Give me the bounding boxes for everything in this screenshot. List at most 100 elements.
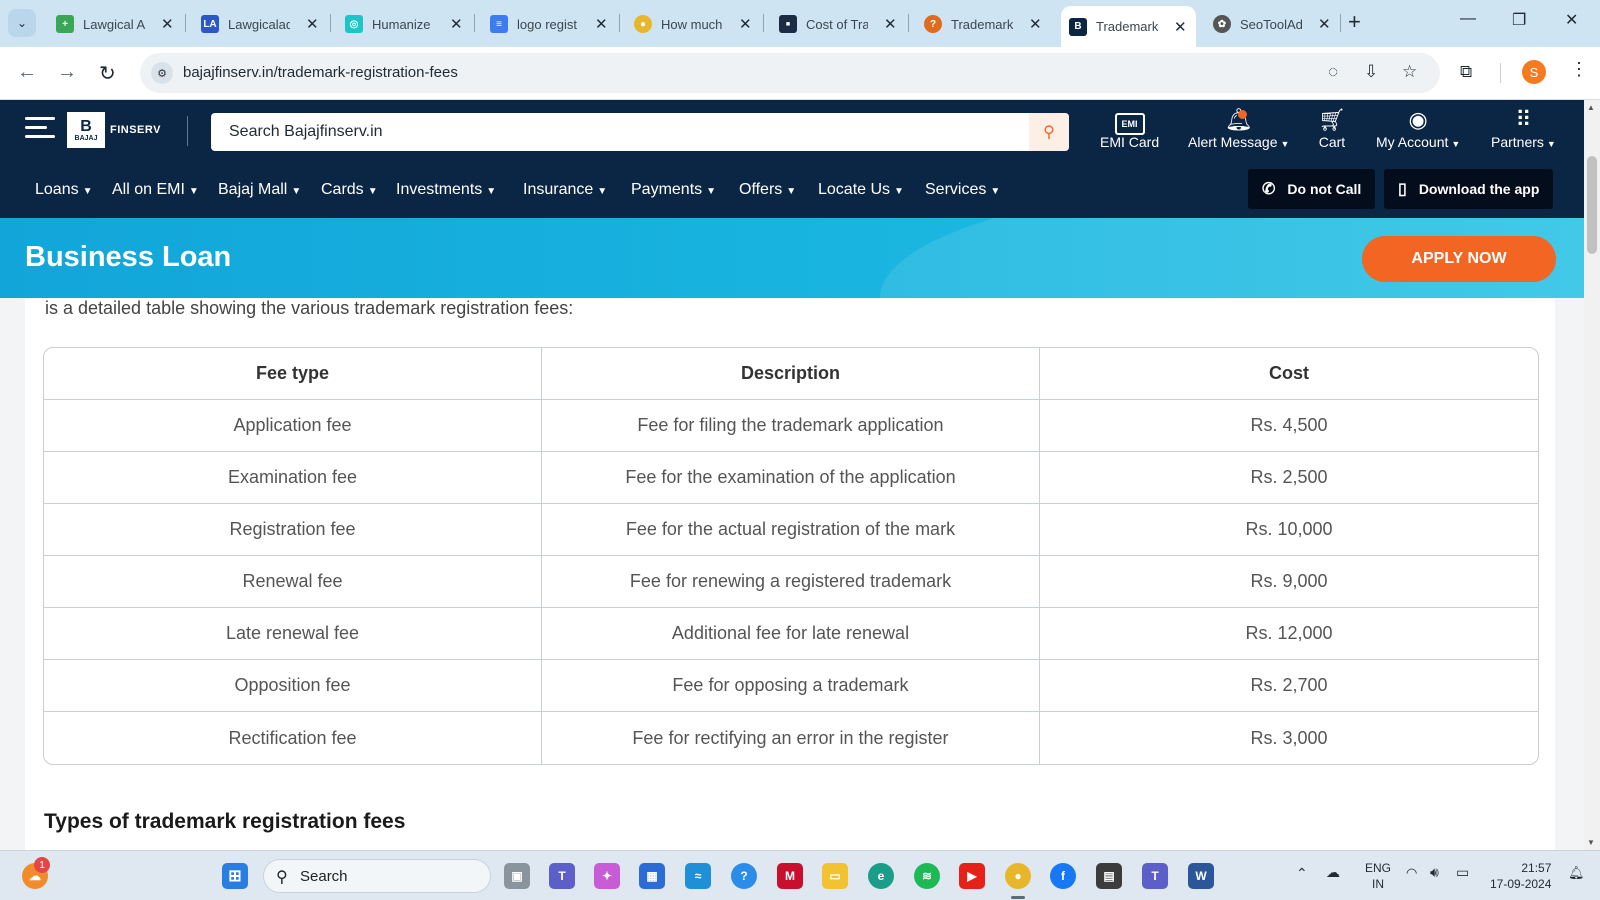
tab-separator [185, 14, 186, 32]
edge-icon[interactable]: e [868, 863, 894, 889]
app-window-icon[interactable]: ▤ [1096, 863, 1122, 889]
wifi-icon[interactable]: ◠ [1406, 865, 1417, 881]
chevron-down-icon: ▼ [786, 186, 797, 197]
nav-loans[interactable]: Loans ▼ [35, 181, 93, 199]
tracking-protection-icon[interactable]: ◌ [1328, 62, 1338, 82]
nav-insurance[interactable]: Insurance ▼ [523, 181, 607, 199]
page-scrollbar[interactable]: ▲ ▼ [1584, 100, 1600, 850]
browser-tab-active[interactable]: B Trademark ✕ [1061, 6, 1196, 47]
close-icon[interactable]: ✕ [1318, 15, 1331, 33]
app-icon[interactable]: ≈ [685, 863, 711, 889]
nav-investments[interactable]: Investments ▼ [396, 181, 496, 199]
reload-icon[interactable]: ↻ [99, 61, 116, 86]
more-menu-icon[interactable]: ⋮ [1570, 59, 1588, 80]
window-close-icon[interactable]: ✕ [1565, 10, 1578, 30]
scroll-up-arrow-icon[interactable]: ▲ [1587, 103, 1595, 112]
scroll-down-arrow-icon[interactable]: ▼ [1587, 838, 1595, 847]
nav-payments[interactable]: Payments ▼ [631, 181, 716, 199]
file-explorer-icon[interactable]: ▭ [822, 863, 848, 889]
profile-avatar[interactable]: S [1522, 60, 1546, 84]
facebook-icon[interactable]: f [1050, 863, 1076, 889]
close-icon[interactable]: ✕ [306, 15, 319, 33]
minimize-icon[interactable]: — [1460, 10, 1476, 28]
close-icon[interactable]: ✕ [739, 15, 752, 33]
table-row: Registration fee Fee for the actual regi… [44, 504, 1538, 556]
browser-tab-4[interactable]: ≡ logo regist ✕ [482, 8, 608, 40]
fee-type-cell: Opposition fee [44, 660, 542, 712]
close-icon[interactable]: ✕ [884, 15, 897, 33]
browser-tab-2[interactable]: LA Lawgicalad ✕ [193, 8, 319, 40]
browser-tab-9[interactable]: ✿ SeoToolAd ✕ [1205, 8, 1331, 40]
install-app-icon[interactable]: ⇩ [1364, 62, 1378, 82]
nav-all-on-emi[interactable]: All on EMI ▼ [112, 181, 199, 199]
nav-services[interactable]: Services ▼ [925, 181, 1000, 199]
browser-tab-1[interactable]: + Lawgical A ✕ [48, 8, 174, 40]
scroll-thumb[interactable] [1587, 156, 1597, 254]
bajaj-finserv-logo[interactable]: B BAJAJ FINSERV [67, 112, 161, 148]
chrome-icon: ● [634, 15, 652, 33]
youtube-icon[interactable]: ▶ [959, 863, 985, 889]
copilot-icon[interactable]: ✦ [594, 863, 620, 889]
taskbar-search-label: Search [300, 868, 348, 885]
close-icon[interactable]: ✕ [1029, 15, 1042, 33]
alert-message-link[interactable]: 🔔︎ Alert Message ▼ [1188, 106, 1289, 150]
nav-label: Loans [35, 181, 79, 198]
restore-icon[interactable]: ❐ [1512, 10, 1526, 30]
extensions-icon[interactable]: ⧉ [1460, 62, 1472, 82]
taskbar-search[interactable]: ⚲ Search [263, 859, 491, 893]
help-icon[interactable]: ? [731, 863, 757, 889]
new-tab-icon[interactable]: + [1348, 9, 1361, 35]
site-search-input[interactable]: Search Bajajfinserv.in ⚲ [211, 113, 1069, 151]
windows-start-icon[interactable]: ⊞ [222, 863, 248, 889]
mcafee-icon[interactable]: M [777, 863, 803, 889]
task-view-icon[interactable]: ▣ [504, 863, 530, 889]
browser-tab-3[interactable]: ◎ Humanize ✕ [337, 8, 463, 40]
forward-arrow-icon[interactable]: → [57, 61, 77, 84]
hamburger-menu-icon[interactable] [25, 117, 55, 144]
volume-icon[interactable]: 🔊︎ [1430, 864, 1439, 880]
do-not-call-button[interactable]: ✆ Do not Call [1248, 169, 1376, 209]
close-icon[interactable]: ✕ [595, 15, 608, 33]
close-icon[interactable]: ✕ [161, 15, 174, 33]
nav-bajaj-mall[interactable]: Bajaj Mall ▼ [218, 181, 301, 199]
url-field[interactable]: ⚙ bajajfinserv.in/trademark-registration… [140, 53, 1440, 93]
cart-link[interactable]: 🛒︎ Cart [1318, 106, 1346, 150]
battery-icon[interactable]: ▭ [1456, 864, 1469, 880]
onedrive-icon[interactable]: ☁ [1326, 864, 1340, 880]
teams-work-icon[interactable]: T [1142, 863, 1168, 889]
close-icon[interactable]: ✕ [450, 15, 463, 33]
emi-card-label: EMI Card [1100, 134, 1160, 150]
user-icon: ◉ [1408, 107, 1428, 132]
browser-tab-6[interactable]: ■ Cost of Tra ✕ [771, 8, 897, 40]
nav-locate-us[interactable]: Locate Us ▼ [818, 181, 904, 199]
lang-line2: IN [1372, 877, 1384, 891]
nav-cards[interactable]: Cards ▼ [321, 181, 378, 199]
notification-bell-icon[interactable]: 🔔︎ [1568, 865, 1585, 881]
column-header: Description [542, 348, 1040, 400]
spotify-icon[interactable]: ≋ [914, 863, 940, 889]
emi-card-link[interactable]: EMI EMI Card [1100, 106, 1159, 150]
download-app-button[interactable]: ▯ Download the app [1384, 169, 1554, 209]
chevron-up-icon[interactable]: ⌃ [1296, 865, 1308, 881]
teams-icon[interactable]: T [549, 863, 575, 889]
clock-date: 17-09-2024 [1490, 877, 1552, 891]
back-arrow-icon[interactable]: ← [17, 61, 37, 84]
close-icon[interactable]: ✕ [1174, 18, 1187, 36]
my-account-link[interactable]: ◉ My Account ▼ [1376, 106, 1460, 150]
store-icon[interactable]: ▦ [639, 863, 665, 889]
search-icon[interactable]: ⚲ [1029, 113, 1069, 151]
apply-now-button[interactable]: APPLY NOW [1362, 236, 1556, 282]
language-indicator[interactable]: ENG IN [1365, 860, 1391, 892]
browser-tab-5[interactable]: ● How much ✕ [626, 8, 752, 40]
tab-search-button[interactable]: ⌄ [8, 9, 36, 37]
word-icon[interactable]: W [1188, 863, 1214, 889]
description-cell: Additional fee for late renewal [542, 608, 1040, 660]
site-info-icon[interactable]: ⚙ [151, 62, 173, 84]
partners-link[interactable]: ⠿ Partners ▼ [1491, 106, 1556, 150]
do-not-call-label: Do not Call [1287, 181, 1362, 197]
clock[interactable]: 21:57 17-09-2024 [1490, 860, 1551, 892]
nav-offers[interactable]: Offers ▼ [739, 181, 796, 199]
chrome-taskbar-icon[interactable]: ● [1005, 863, 1031, 889]
bookmark-star-icon[interactable]: ☆ [1402, 62, 1417, 82]
browser-tab-7[interactable]: ? Trademark ✕ [916, 8, 1042, 40]
